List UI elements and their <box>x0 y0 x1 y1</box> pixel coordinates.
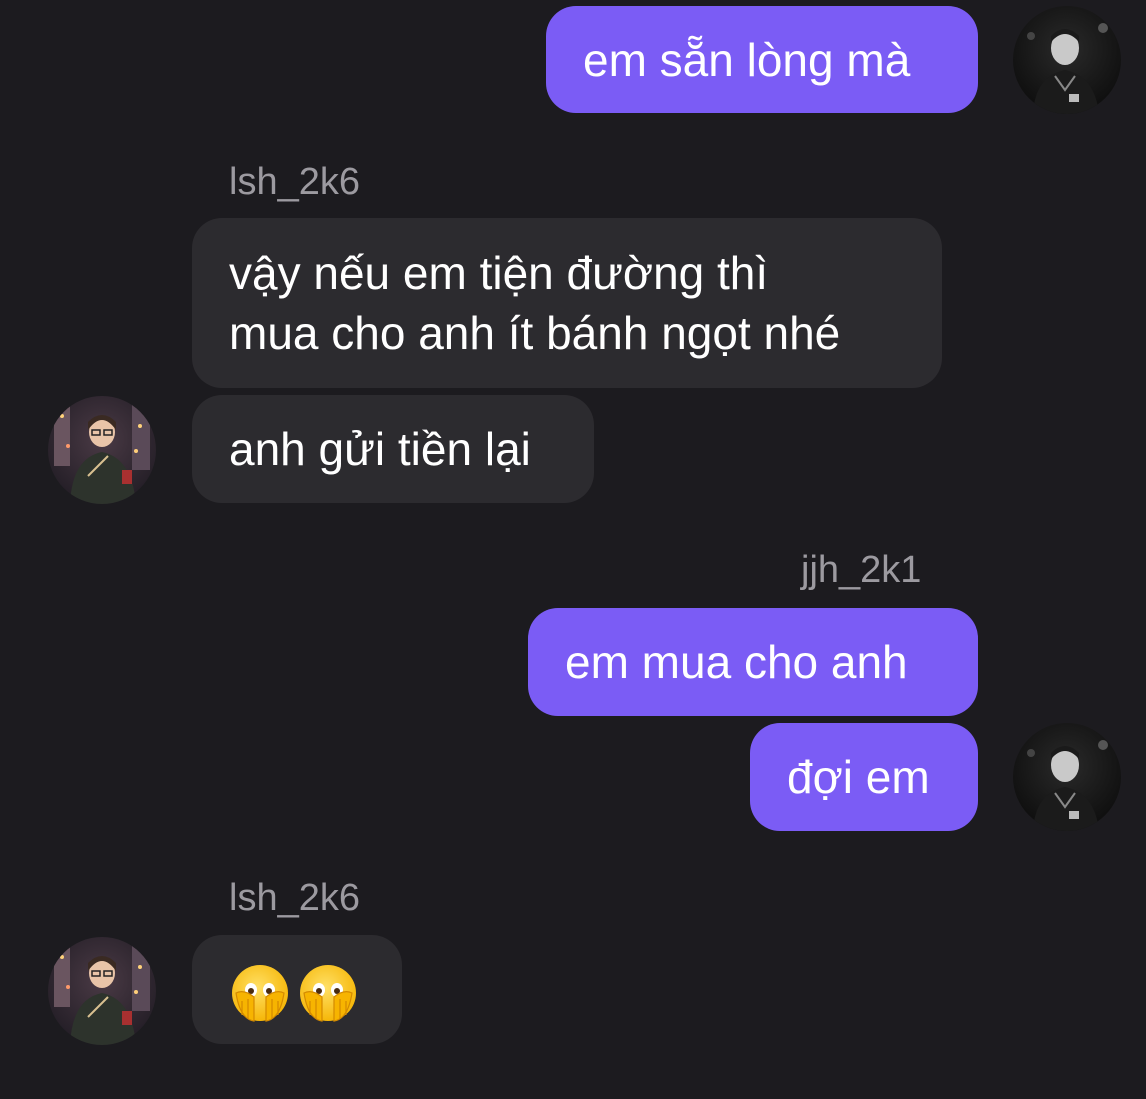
outgoing-message-bubble[interactable]: em mua cho anh <box>528 608 978 716</box>
avatar-jjh_2k1[interactable] <box>1013 723 1121 831</box>
person-avatar-icon <box>48 937 156 1045</box>
incoming-message-bubble[interactable]: vậy nếu em tiện đường thì mua cho anh ít… <box>192 218 942 388</box>
outgoing-message-bubble[interactable]: em sẵn lòng mà <box>546 6 978 113</box>
message-text-line: vậy nếu em tiện đường thì <box>229 247 769 299</box>
outgoing-message-bubble[interactable]: đợi em <box>750 723 978 831</box>
message-text: đợi em <box>787 751 930 803</box>
message-text: em mua cho anh <box>565 636 908 688</box>
sender-name: lsh_2k6 <box>229 877 360 919</box>
sender-name: jjh_2k1 <box>801 549 922 591</box>
person-avatar-icon <box>1013 723 1121 831</box>
person-avatar-icon <box>48 396 156 504</box>
incoming-message-bubble[interactable]: anh gửi tiền lại <box>192 395 594 503</box>
face-with-hand-over-mouth-icon <box>232 964 288 1022</box>
avatar-lsh_2k6[interactable] <box>48 396 156 504</box>
message-text: anh gửi tiền lại <box>229 423 531 475</box>
message-text-line: mua cho anh ít bánh ngọt nhé <box>229 307 841 359</box>
message-text: em sẵn lòng mà <box>583 34 911 86</box>
sender-name: lsh_2k6 <box>229 161 360 203</box>
avatar-lsh_2k6[interactable] <box>48 937 156 1045</box>
avatar-jjh_2k1[interactable] <box>1013 6 1121 114</box>
incoming-emoji-bubble[interactable] <box>192 935 402 1044</box>
person-avatar-icon <box>1013 6 1121 114</box>
face-with-hand-over-mouth-icon <box>300 964 356 1022</box>
